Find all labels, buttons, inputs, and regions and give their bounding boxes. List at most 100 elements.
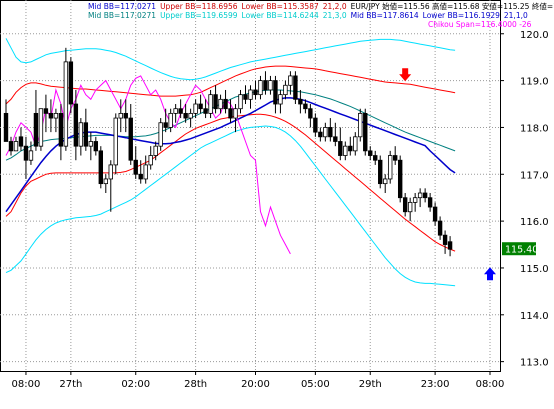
candle-up (343, 145, 348, 156)
candle-up (108, 164, 113, 180)
candle-up (288, 75, 293, 86)
candle-down (183, 112, 188, 119)
candle-up (38, 108, 44, 147)
indicator-header-item: Mid BB=117.0271 (88, 11, 157, 20)
indicator-header-item: Lower BB=114.6244 (241, 11, 319, 20)
candle-up (283, 84, 288, 96)
candle-down (273, 80, 278, 105)
candle-down (338, 141, 343, 156)
candle-down (3, 112, 9, 142)
candle-down (18, 136, 24, 147)
candle-down (442, 234, 448, 245)
candle-down (123, 112, 128, 119)
candle-down (253, 89, 258, 96)
candle-down (293, 75, 298, 100)
indicator-header-item: Lower BB=116.1929 (422, 11, 500, 20)
candle-up (233, 108, 238, 119)
candle-up (407, 201, 413, 213)
candle-up (28, 150, 34, 161)
candle-up (417, 192, 423, 199)
indicator-header-line2: Mid BB=117.0271 Upper BB=119.6599 Lower BB… (88, 11, 554, 20)
x-tick-label: 23:00 (421, 379, 450, 390)
candle-up (173, 108, 178, 114)
candle-down (198, 103, 203, 110)
candle-up (268, 80, 273, 91)
x-tick-label: 29th (359, 379, 382, 390)
indicator-header-item: 21,2,0 (322, 2, 347, 11)
candle-down (48, 112, 54, 119)
candle-up (238, 94, 243, 110)
candle-up (158, 122, 163, 147)
candle-up (323, 127, 328, 138)
candle-up (383, 178, 388, 185)
candle-up (53, 112, 59, 119)
indicator-header-item: Chikou Span=116.4000 -26 (428, 20, 532, 29)
candle-down (348, 145, 353, 152)
indicator-header-item: Mid BB=117.0271 (88, 2, 157, 11)
indicator-header-line1: Mid BB=117.0271 Upper BB=118.6956 Lower BB… (88, 2, 554, 11)
candle-down (397, 159, 403, 199)
x-tick-label: 28th (184, 379, 207, 390)
candle-down (437, 220, 443, 236)
candle-down (298, 98, 303, 105)
candle-up (388, 155, 393, 180)
candle-down (318, 131, 323, 138)
candle-down (43, 108, 49, 114)
candle-up (153, 145, 158, 156)
candle-down (83, 122, 89, 147)
y-tick-label: 120.0 (520, 30, 549, 41)
candle-down (178, 108, 183, 114)
candle-down (378, 159, 383, 185)
y-tick-label: 118.0 (520, 123, 549, 134)
candle-up (118, 112, 123, 119)
candle-down (23, 145, 29, 161)
indicator-header-item: 21,1,0 (503, 11, 528, 20)
candle-down (373, 155, 378, 161)
candle-down (333, 136, 338, 142)
y-tick-label: 116.0 (520, 217, 549, 228)
candle-up (193, 103, 198, 114)
indicator-header-line3: Chikou Span=116.4000 -26 (88, 20, 554, 29)
chart-background (0, 0, 554, 409)
candle-up (358, 112, 363, 138)
candle-up (148, 155, 153, 166)
candle-down (163, 122, 168, 128)
candle-down (133, 159, 138, 175)
indicator-header-item: Upper BB=119.6599 (160, 11, 238, 20)
indicator-header-item: Lower BB=115.3587 (241, 2, 319, 11)
candle-down (432, 206, 438, 222)
y-tick-label: 119.0 (520, 77, 549, 88)
x-tick-label: 20:00 (241, 379, 270, 390)
x-tick-label: 05:00 (301, 379, 330, 390)
candle-down (33, 112, 39, 147)
candle-up (168, 112, 173, 128)
candle-up (278, 94, 283, 105)
candle-up (13, 141, 19, 152)
price-chart: 113.0 114.0 115.0 116.0 117.0 118.0 119.0 120.0… (0, 0, 554, 409)
x-tick-label: 08:00 (12, 379, 41, 390)
indicator-header-item: 21,3,0 (322, 11, 347, 20)
candle-down (303, 103, 308, 110)
candle-down (263, 80, 268, 91)
candle-up (78, 122, 84, 147)
candle-down (213, 94, 218, 110)
candle-up (248, 89, 253, 100)
indicator-header-item: EUR/JPY 始値=115.56 高値=115.68 安値=115.25 終値… (350, 2, 554, 11)
candle-up (353, 136, 358, 152)
candle-up (113, 117, 118, 166)
candle-down (128, 117, 133, 161)
y-tick-label: 117.0 (520, 170, 549, 181)
candle-down (313, 117, 318, 133)
candle-down (58, 112, 64, 147)
candle-down (328, 127, 333, 138)
candle-down (73, 103, 79, 147)
candle-down (402, 197, 408, 213)
candle-down (228, 108, 233, 119)
x-tick-label: 27th (59, 379, 82, 390)
candle-up (208, 94, 213, 114)
y-tick-label: 113.0 (520, 358, 549, 369)
chart-root: 113.0 114.0 115.0 116.0 117.0 118.0 119.0 120.0… (0, 0, 554, 409)
candle-up (103, 178, 108, 185)
candle-down (447, 241, 453, 250)
candle-down (138, 173, 143, 180)
